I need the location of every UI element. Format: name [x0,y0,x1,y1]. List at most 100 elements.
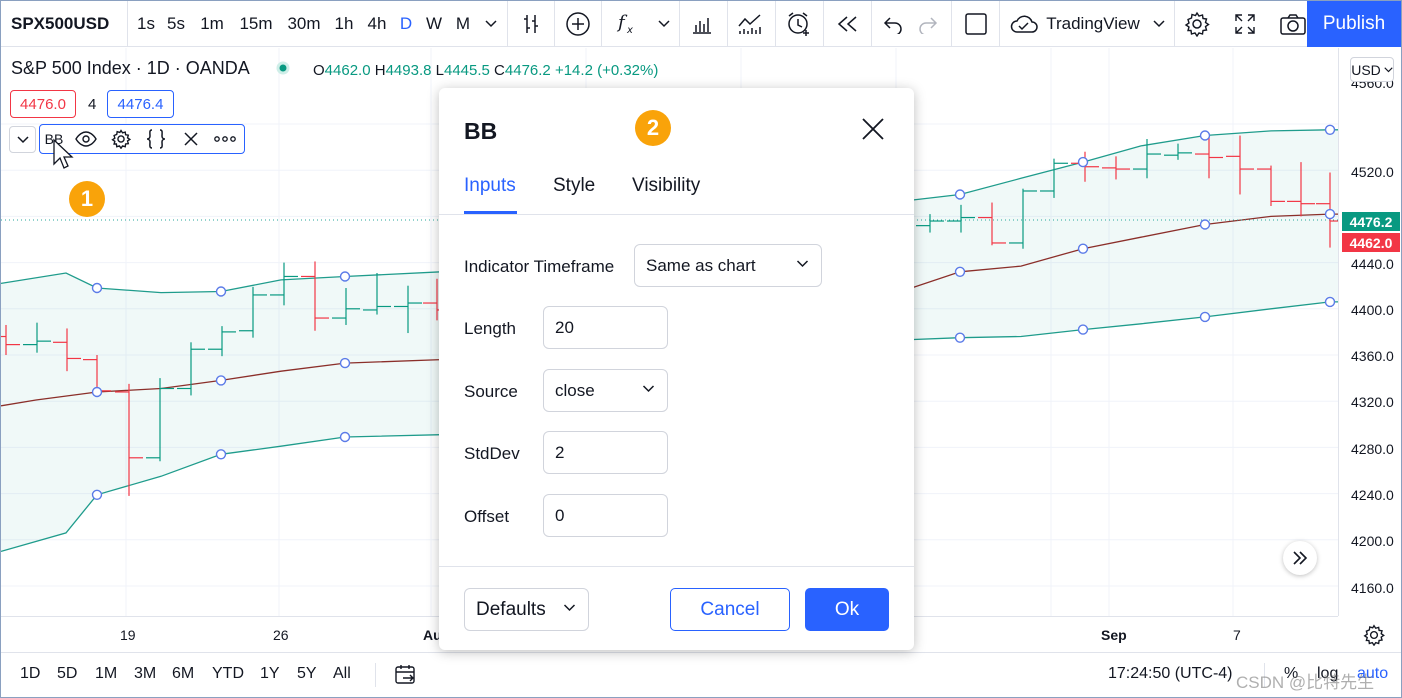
interval-d[interactable]: D [397,1,415,47]
cancel-button[interactable]: Cancel [670,588,790,631]
range-1y[interactable]: 1Y [260,665,280,683]
scroll-to-realtime-button[interactable] [1283,541,1317,575]
spread-value: 4 [88,96,97,113]
collapse-legend-button[interactable] [9,126,36,153]
open-label: O [313,62,325,79]
band-anchor-point [1324,124,1336,136]
replay-icon[interactable] [833,1,863,47]
chevron-down-icon [563,604,576,612]
source-select[interactable]: close [543,369,668,412]
goto-date-icon[interactable] [394,663,418,687]
divider [439,214,914,215]
low-label: L [435,62,444,79]
axis-settings-gear-icon[interactable] [1363,624,1385,646]
symbol-search[interactable]: SPX500USD [1,1,126,47]
divider [823,1,824,47]
settings-gear-icon[interactable] [104,125,138,153]
range-5y[interactable]: 5Y [297,665,317,683]
range-1d[interactable]: 1D [20,665,40,683]
divider [601,1,602,47]
clock-timezone[interactable]: 17:24:50 (UTC-4) [1108,665,1233,683]
range-6m[interactable]: 6M [172,665,194,683]
interval-4h[interactable]: 4h [363,1,391,47]
snapshot-camera-icon[interactable] [1277,1,1309,47]
divider [375,663,376,687]
stddev-label: StdDev [464,444,520,463]
time-tick: 7 [1233,627,1241,643]
interval-1m[interactable]: 1m [196,1,228,47]
market-status-dot[interactable] [276,61,290,75]
intervals-dropdown-icon[interactable] [482,1,500,47]
strategy-icon[interactable] [734,1,766,47]
defaults-dropdown[interactable]: Defaults [464,588,589,631]
range-1m[interactable]: 1M [95,665,117,683]
settings-gear-icon[interactable] [1181,1,1213,47]
divider [775,1,776,47]
band-anchor-point [954,332,966,343]
interval-30m[interactable]: 30m [283,1,325,47]
band-anchor-point [1077,243,1089,254]
tab-inputs[interactable]: Inputs [464,175,516,197]
watermark-text: CSDN @比特先生 [1236,673,1375,692]
divider [871,1,872,47]
symbol-legend-title[interactable]: S&P 500 Index · 1D · OANDA [11,58,250,79]
bar-style-icon[interactable] [515,1,547,47]
interval-15m[interactable]: 15m [235,1,277,47]
publish-button[interactable]: Publish [1307,1,1401,47]
offset-value: 0 [555,505,565,525]
high-label: H [374,62,386,79]
divider [1174,1,1175,47]
open-price-tag: 4462.0 [1342,233,1400,252]
price-tick: 4400.0 [1351,302,1394,318]
layout-dropdown-icon[interactable] [1150,1,1168,47]
offset-input[interactable]: 0 [543,494,668,537]
length-input[interactable]: 20 [543,306,668,349]
interval-1h[interactable]: 1h [331,1,357,47]
price-tick: 4280.0 [1351,441,1394,457]
fullscreen-icon[interactable] [1229,1,1261,47]
add-compare-icon[interactable] [563,1,593,47]
buy-price-box[interactable]: 4476.4 [107,90,174,118]
ok-button[interactable]: Ok [805,588,889,631]
interval-m[interactable]: M [452,1,474,47]
dialog-title: BB [464,118,498,144]
change-value: +14.2 (+0.32%) [554,62,659,79]
layout-select-icon[interactable] [961,1,991,47]
length-label: Length [464,319,516,338]
range-3m[interactable]: 3M [134,665,156,683]
financials-icon[interactable] [687,1,717,47]
price-tick: 4320.0 [1351,394,1394,410]
price-tick: 4360.0 [1351,348,1394,364]
close-icon[interactable] [860,116,886,142]
source-code-braces-icon[interactable] [138,125,174,153]
more-dots-icon[interactable] [208,125,242,153]
interval-1s[interactable]: 1s [134,1,158,47]
currency-select[interactable]: USD [1350,57,1394,82]
redo-icon[interactable] [914,1,942,47]
layout-name[interactable]: TradingView [1043,1,1143,47]
band-anchor-point [339,431,351,443]
remove-close-icon[interactable] [174,125,208,153]
indicators-fx-icon[interactable]: fx [613,1,643,47]
range-ytd[interactable]: YTD [212,665,244,683]
undo-icon[interactable] [879,1,907,47]
tab-style[interactable]: Style [553,175,595,197]
interval-5s[interactable]: 5s [163,1,189,47]
band-anchor-point [215,449,227,460]
cloud-icon[interactable] [1008,1,1040,47]
tab-visibility[interactable]: Visibility [632,175,700,197]
sell-price-box[interactable]: 4476.0 [10,90,76,118]
indicators-dropdown-icon[interactable] [655,1,673,47]
svg-text:x: x [626,25,633,36]
timeframe-select[interactable]: Same as chart [634,244,822,287]
double-chevron-right-icon [1293,551,1308,565]
stddev-input[interactable]: 2 [543,431,668,474]
range-all[interactable]: All [333,665,351,683]
annotation-badge-2: 2 [635,110,671,146]
band-anchor-point [1077,324,1089,335]
price-axis[interactable]: 4560.0 4520.0 4440.0 4400.0 4360.0 4320.… [1338,48,1401,616]
close-value: 4476.2 [504,62,551,79]
range-5d[interactable]: 5D [57,665,77,683]
alert-clock-icon[interactable] [783,1,815,47]
interval-w[interactable]: W [423,1,445,47]
